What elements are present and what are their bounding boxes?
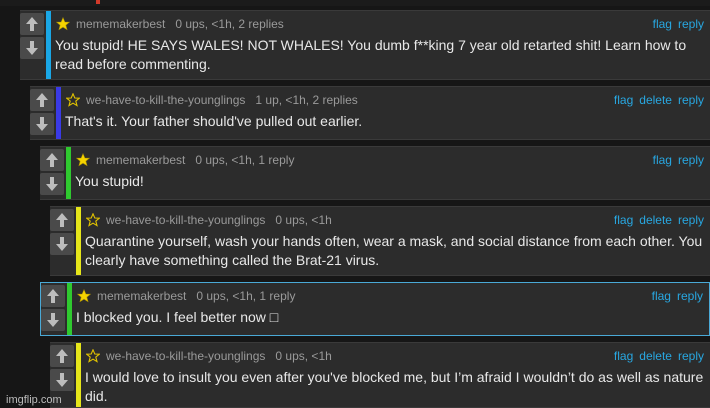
- arrow-down-icon: [26, 41, 38, 55]
- comment-header: we-have-to-kill-the-younglings 1 up, <1h…: [66, 91, 704, 109]
- flag-link[interactable]: flag: [614, 93, 633, 107]
- comment-header: mememakerbest 0 ups, <1h, 1 reply flag r…: [77, 287, 703, 305]
- comment-header: mememakerbest 0 ups, <1h, 1 reply flag r…: [76, 151, 704, 169]
- username-link[interactable]: mememakerbest: [97, 289, 186, 303]
- comment-actions: flag reply: [653, 153, 704, 167]
- star-filled-icon: [77, 289, 91, 303]
- reply-link[interactable]: reply: [678, 213, 704, 227]
- comment-actions: flag delete reply: [614, 213, 704, 227]
- reply-link[interactable]: reply: [678, 17, 704, 31]
- username-link[interactable]: we-have-to-kill-the-younglings: [86, 93, 245, 107]
- comment-header: we-have-to-kill-the-younglings 0 ups, <1…: [86, 347, 704, 365]
- arrow-down-icon: [56, 237, 68, 251]
- delete-link[interactable]: delete: [639, 213, 672, 227]
- comment: we-have-to-kill-the-younglings 0 ups, <1…: [50, 206, 710, 276]
- imgflip-watermark: imgflip.com: [6, 394, 62, 406]
- downvote-button[interactable]: [40, 173, 64, 195]
- arrow-down-icon: [36, 117, 48, 131]
- previous-comment-edge: [0, 0, 710, 6]
- delete-link[interactable]: delete: [639, 349, 672, 363]
- comment: we-have-to-kill-the-younglings 1 up, <1h…: [30, 86, 710, 140]
- downvote-button[interactable]: [41, 309, 65, 331]
- comment-meta: 0 ups, <1h, 1 reply: [196, 289, 296, 303]
- username-link[interactable]: we-have-to-kill-the-younglings: [106, 349, 265, 363]
- thread-depth-bar: [76, 343, 81, 407]
- thread-depth-bar: [46, 11, 51, 79]
- upvote-button[interactable]: [30, 89, 54, 111]
- comment-text: That's it. Your father should've pulled …: [65, 113, 363, 129]
- arrow-up-icon: [36, 93, 48, 107]
- arrow-up-icon: [56, 349, 68, 363]
- star-outline-icon: [86, 349, 100, 363]
- arrow-down-icon: [56, 373, 68, 387]
- flag-link[interactable]: flag: [653, 17, 672, 31]
- comment-text: I blocked you. I feel better now □: [76, 309, 279, 325]
- arrow-up-icon: [26, 17, 38, 31]
- vote-controls: [50, 207, 76, 275]
- comment-actions: flag reply: [652, 289, 703, 303]
- vote-controls: [30, 87, 56, 139]
- comment: we-have-to-kill-the-younglings 0 ups, <1…: [50, 342, 710, 408]
- downvote-button[interactable]: [50, 369, 74, 391]
- comment-text: Quarantine yourself, wash your hands oft…: [85, 233, 703, 268]
- reply-link[interactable]: reply: [678, 153, 704, 167]
- arrow-up-icon: [47, 289, 59, 303]
- vote-controls: [41, 283, 67, 335]
- comment: mememakerbest 0 ups, <1h, 2 replies flag…: [20, 10, 710, 80]
- comment: mememakerbest 0 ups, <1h, 1 reply flag r…: [40, 282, 710, 336]
- comment-actions: flag delete reply: [614, 349, 704, 363]
- comment-actions: flag reply: [653, 17, 704, 31]
- delete-link[interactable]: delete: [639, 93, 672, 107]
- comment-header: we-have-to-kill-the-younglings 0 ups, <1…: [86, 211, 704, 229]
- star-filled-icon: [76, 153, 90, 167]
- username-link[interactable]: mememakerbest: [96, 153, 185, 167]
- thread-depth-bar: [67, 283, 72, 335]
- comment-actions: flag delete reply: [614, 93, 704, 107]
- comment-text: I would love to insult you even after yo…: [85, 369, 704, 404]
- thread-depth-bar: [66, 147, 71, 199]
- comment-meta: 0 ups, <1h: [275, 349, 332, 363]
- previous-comment-bar: [96, 0, 100, 4]
- arrow-down-icon: [46, 177, 58, 191]
- flag-link[interactable]: flag: [653, 153, 672, 167]
- reply-link[interactable]: reply: [678, 93, 704, 107]
- comment-meta: 0 ups, <1h, 1 reply: [195, 153, 295, 167]
- comment-text: You stupid! HE SAYS WALES! NOT WHALES! Y…: [55, 37, 687, 72]
- downvote-button[interactable]: [50, 233, 74, 255]
- username-link[interactable]: mememakerbest: [76, 17, 165, 31]
- comment-meta: 0 ups, <1h, 2 replies: [175, 17, 284, 31]
- vote-controls: [40, 147, 66, 199]
- vote-controls: [20, 11, 46, 79]
- upvote-button[interactable]: [20, 13, 44, 35]
- arrow-up-icon: [46, 153, 58, 167]
- downvote-button[interactable]: [30, 113, 54, 135]
- arrow-down-icon: [47, 313, 59, 327]
- star-filled-icon: [56, 17, 70, 31]
- thread-depth-bar: [56, 87, 61, 139]
- username-link[interactable]: we-have-to-kill-the-younglings: [106, 213, 265, 227]
- thread-depth-bar: [76, 207, 81, 275]
- comment-meta: 1 up, <1h, 2 replies: [255, 93, 358, 107]
- comment-meta: 0 ups, <1h: [275, 213, 332, 227]
- flag-link[interactable]: flag: [614, 213, 633, 227]
- upvote-button[interactable]: [50, 345, 74, 367]
- upvote-button[interactable]: [50, 209, 74, 231]
- downvote-button[interactable]: [20, 37, 44, 59]
- reply-link[interactable]: reply: [677, 289, 703, 303]
- comment: mememakerbest 0 ups, <1h, 1 reply flag r…: [40, 146, 710, 200]
- upvote-button[interactable]: [41, 285, 65, 307]
- star-outline-icon: [66, 93, 80, 107]
- comment-header: mememakerbest 0 ups, <1h, 2 replies flag…: [56, 15, 704, 33]
- flag-link[interactable]: flag: [652, 289, 671, 303]
- upvote-button[interactable]: [40, 149, 64, 171]
- comment-text: You stupid!: [75, 173, 144, 189]
- star-outline-icon: [86, 213, 100, 227]
- flag-link[interactable]: flag: [614, 349, 633, 363]
- reply-link[interactable]: reply: [678, 349, 704, 363]
- arrow-up-icon: [56, 213, 68, 227]
